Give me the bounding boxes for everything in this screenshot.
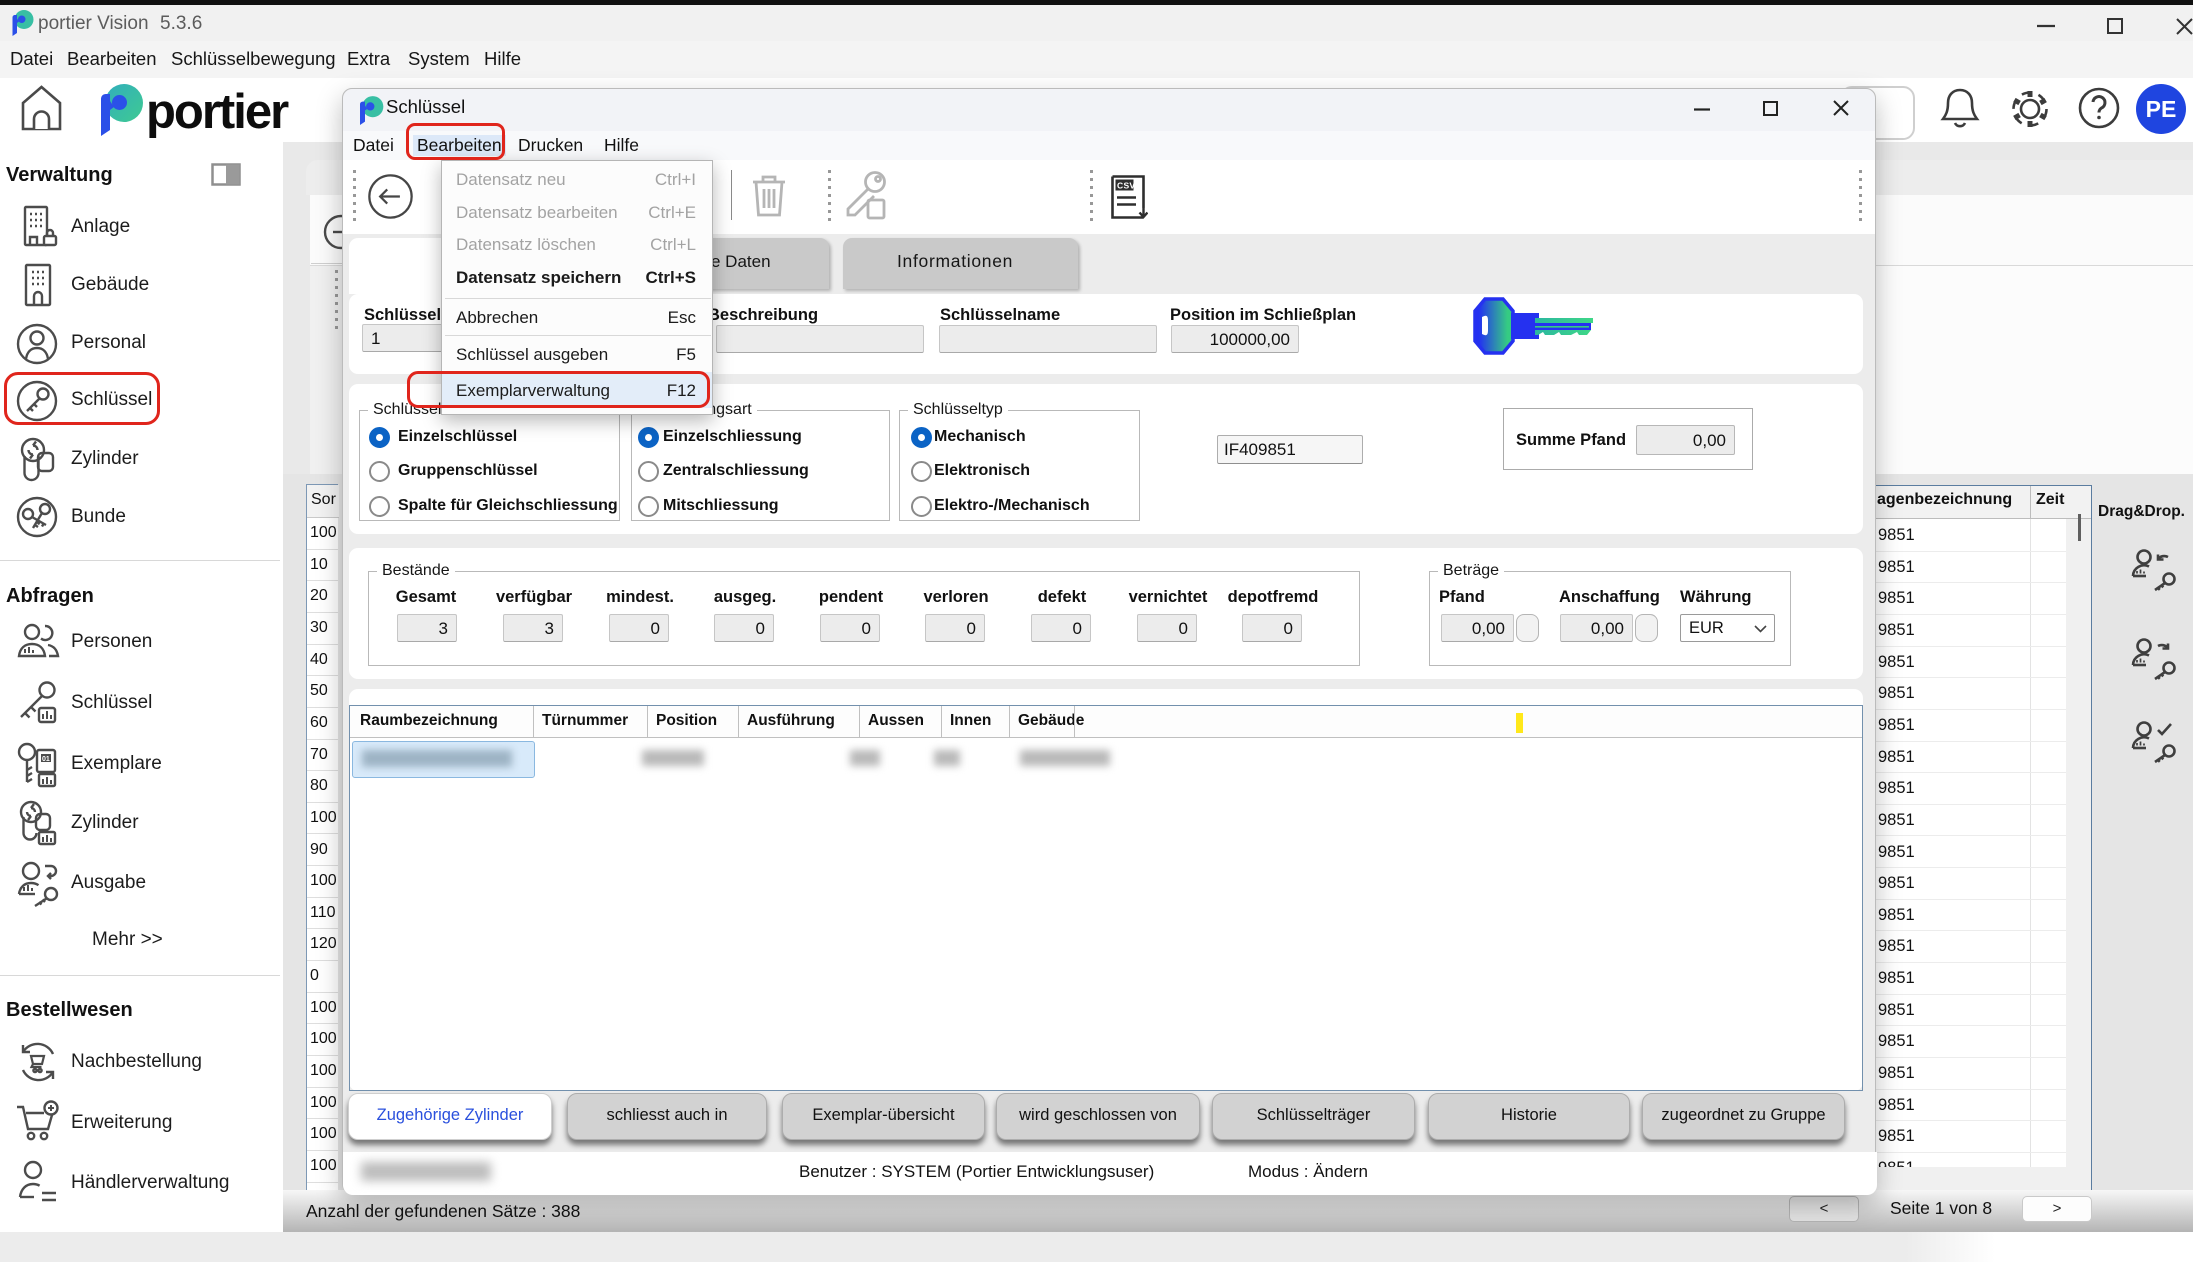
svg-text:01: 01 [42, 756, 50, 763]
svg-text:CSV: CSV [1117, 181, 1135, 191]
